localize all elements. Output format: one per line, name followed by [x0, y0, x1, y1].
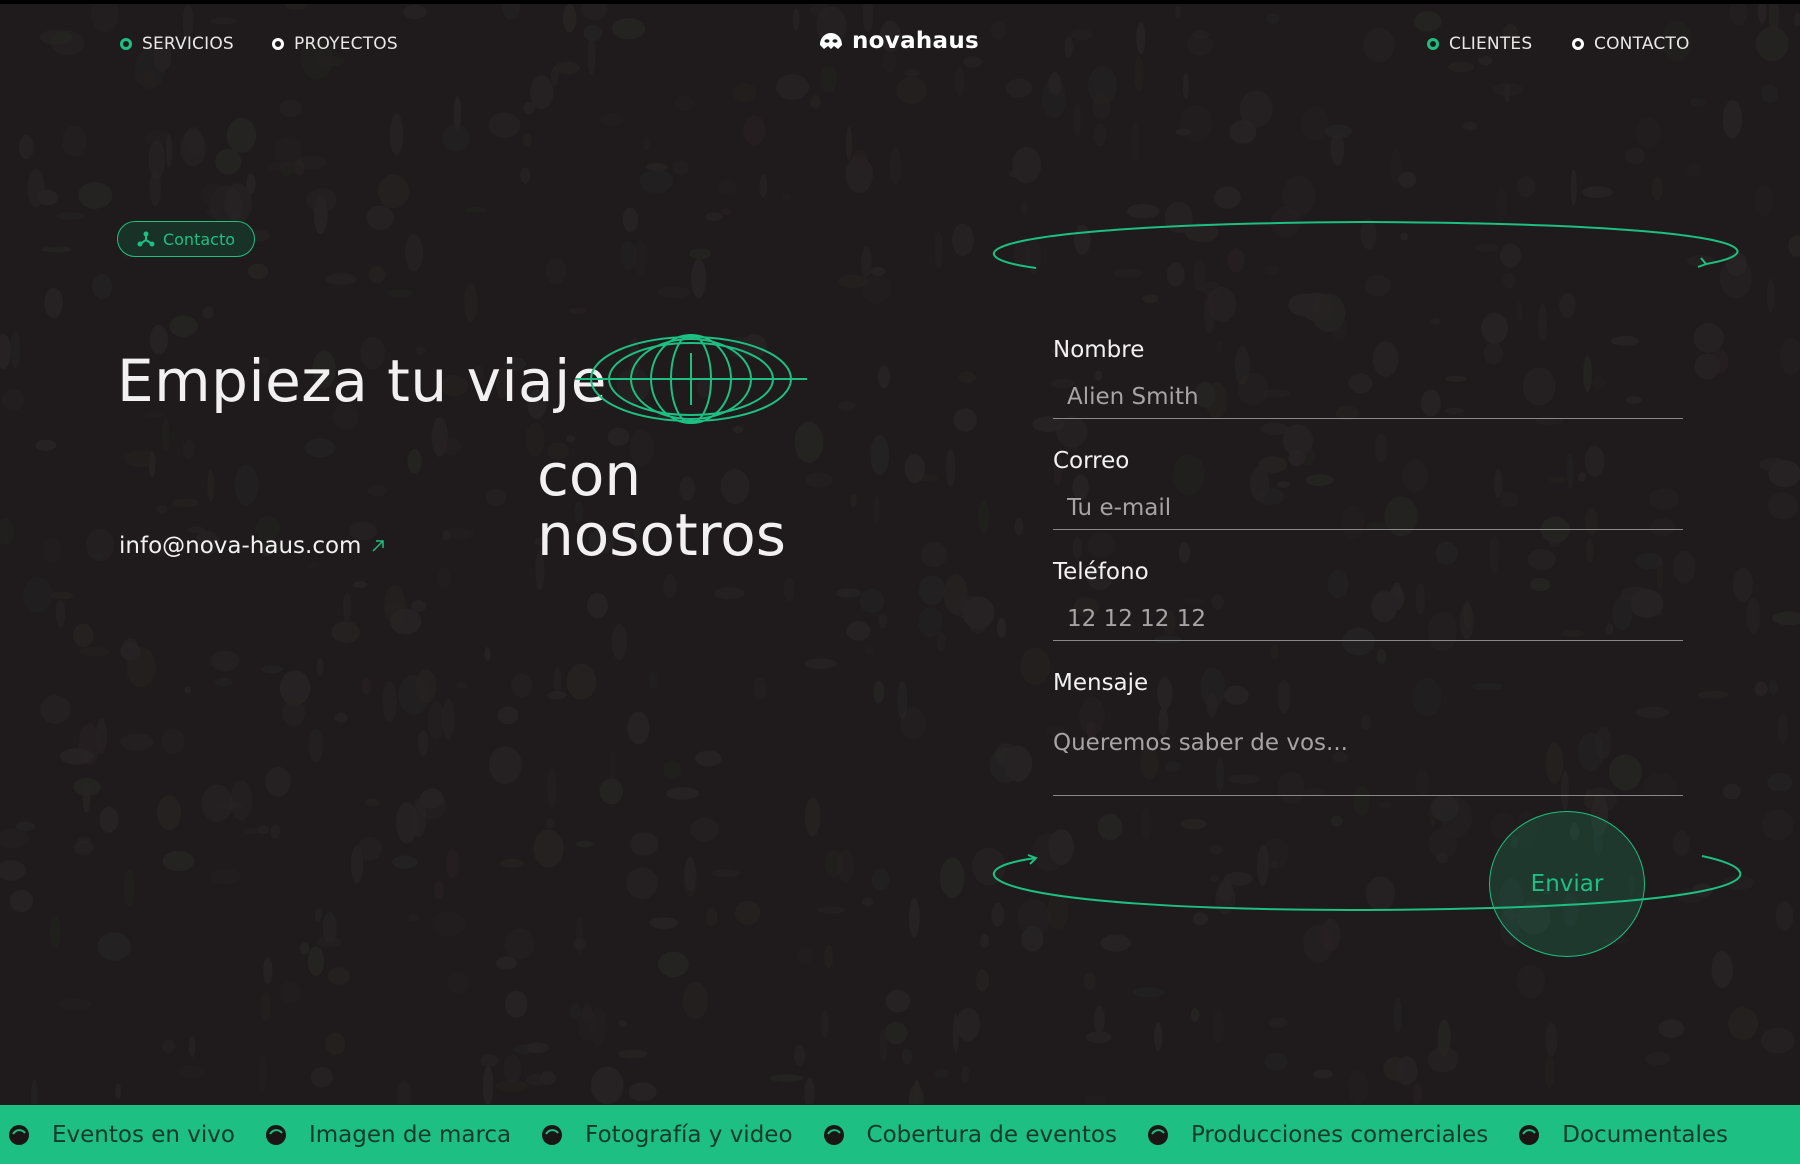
- ticker-item: Cobertura de eventos: [866, 1121, 1117, 1148]
- headline-line-2: con: [537, 441, 642, 509]
- nav-label: CLIENTES: [1449, 34, 1533, 54]
- send-button[interactable]: Enviar: [1489, 811, 1645, 957]
- headline-line-3: nosotros: [537, 501, 786, 569]
- email-label: Correo: [1053, 448, 1130, 474]
- ticker-item: Producciones comerciales: [1190, 1121, 1489, 1148]
- ticker-bullet-icon: [823, 1124, 844, 1145]
- ticker-bullet-icon: [542, 1124, 563, 1145]
- alien-head-icon: [820, 33, 842, 49]
- arrow-up-right-icon: [372, 540, 385, 552]
- email-text: info@nova-haus.com: [119, 533, 362, 559]
- ticker-item: Fotografía y video: [585, 1121, 793, 1148]
- headline-line-1: Empieza tu viaje: [117, 347, 607, 415]
- pill-label: Contacto: [162, 229, 236, 249]
- nav-label: PROYECTOS: [294, 34, 398, 54]
- ticker-bullet-icon: [265, 1124, 286, 1145]
- headline-continuation: con nosotros: [537, 445, 786, 565]
- ticker-track: Eventos en vivo Imagen de marca Fotografía…: [0, 1122, 1758, 1148]
- nav-label: SERVICIOS: [142, 34, 234, 54]
- nav-clientes[interactable]: CLIENTES: [1427, 34, 1532, 54]
- message-textarea[interactable]: [1053, 722, 1683, 796]
- services-ticker: Eventos en vivo Imagen de marca Fotografía…: [0, 1105, 1800, 1164]
- bullet-icon: [1427, 38, 1439, 50]
- bullet-icon: [272, 38, 284, 50]
- ticker-item: Imagen de marca: [308, 1121, 512, 1148]
- nav-proyectos[interactable]: PROYECTOS: [272, 34, 398, 54]
- email-link[interactable]: info@nova-haus.com: [119, 533, 385, 559]
- name-input[interactable]: [1053, 375, 1683, 419]
- nav-label: CONTACTO: [1594, 34, 1690, 54]
- email-input[interactable]: [1053, 486, 1683, 530]
- bullet-icon: [120, 38, 132, 50]
- name-label: Nombre: [1053, 337, 1145, 363]
- ticker-bullet-icon: [1147, 1124, 1168, 1145]
- nav-servicios[interactable]: SERVICIOS: [120, 34, 234, 54]
- brand-logo[interactable]: novahaus: [818, 28, 979, 54]
- people-nodes-icon: [137, 231, 155, 247]
- ticker-bullet-icon: [1519, 1124, 1540, 1145]
- logo-text: novahaus: [852, 28, 980, 54]
- nav-contacto[interactable]: CONTACTO: [1572, 34, 1690, 54]
- ticker-bullet-icon: [9, 1124, 29, 1145]
- ticker-item: Documentales: [1562, 1121, 1729, 1148]
- contact-pill[interactable]: Contacto: [117, 221, 255, 257]
- ticker-item: Eventos en vivo: [52, 1121, 235, 1148]
- globe-icon: [575, 334, 807, 424]
- phone-label: Teléfono: [1053, 559, 1149, 585]
- phone-input[interactable]: [1053, 597, 1683, 641]
- bullet-icon: [1572, 38, 1584, 50]
- orbit-top-decoration: [992, 220, 1739, 269]
- message-label: Mensaje: [1053, 670, 1149, 696]
